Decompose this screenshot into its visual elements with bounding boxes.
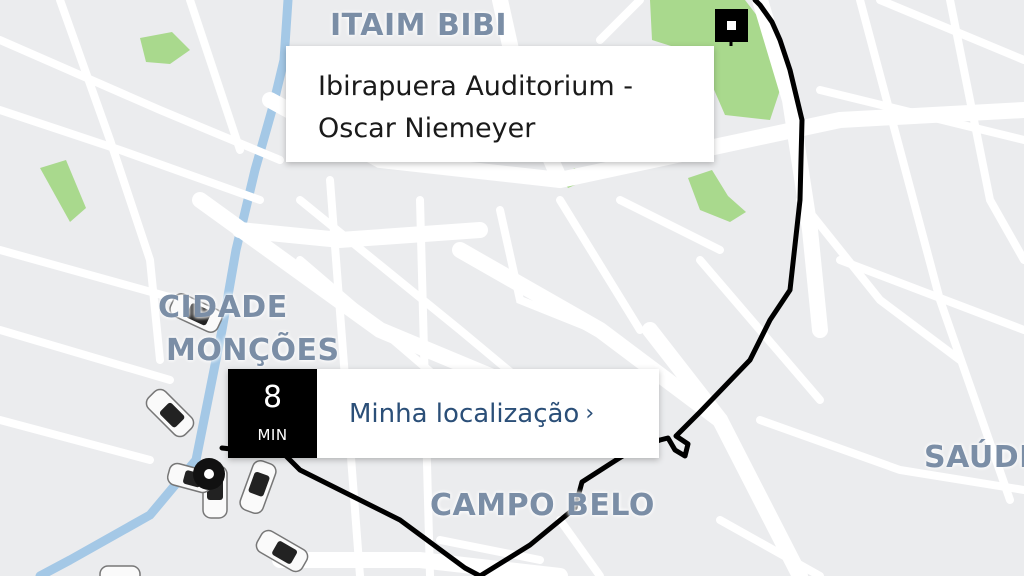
destination-square-icon[interactable] bbox=[715, 9, 748, 46]
eta-value: 8 bbox=[262, 379, 283, 415]
pickup-location-button[interactable]: Minha localização › bbox=[317, 369, 659, 458]
pickup-location-label: Minha localização bbox=[349, 398, 580, 429]
district-label-saude: SAÚDE bbox=[924, 440, 1024, 475]
district-label-moncoes: MONÇÕES bbox=[166, 333, 340, 368]
pickup-callout[interactable]: 8 MIN Minha localização › bbox=[228, 369, 659, 458]
eta-unit: MIN bbox=[257, 425, 288, 444]
district-label-itaim-bibi: ITAIM BIBI bbox=[330, 8, 508, 43]
destination-callout[interactable]: Ibirapuera Auditorium - Oscar Niemeyer bbox=[286, 46, 714, 162]
destination-name: Ibirapuera Auditorium - Oscar Niemeyer bbox=[318, 71, 634, 144]
district-label-cidade: CIDADE bbox=[158, 290, 288, 325]
pickup-pin-icon[interactable] bbox=[193, 458, 225, 490]
car-icon bbox=[99, 565, 141, 576]
eta-badge: 8 MIN bbox=[228, 369, 317, 458]
chevron-right-icon: › bbox=[585, 401, 595, 426]
district-label-campo-belo: CAMPO BELO bbox=[430, 488, 655, 523]
